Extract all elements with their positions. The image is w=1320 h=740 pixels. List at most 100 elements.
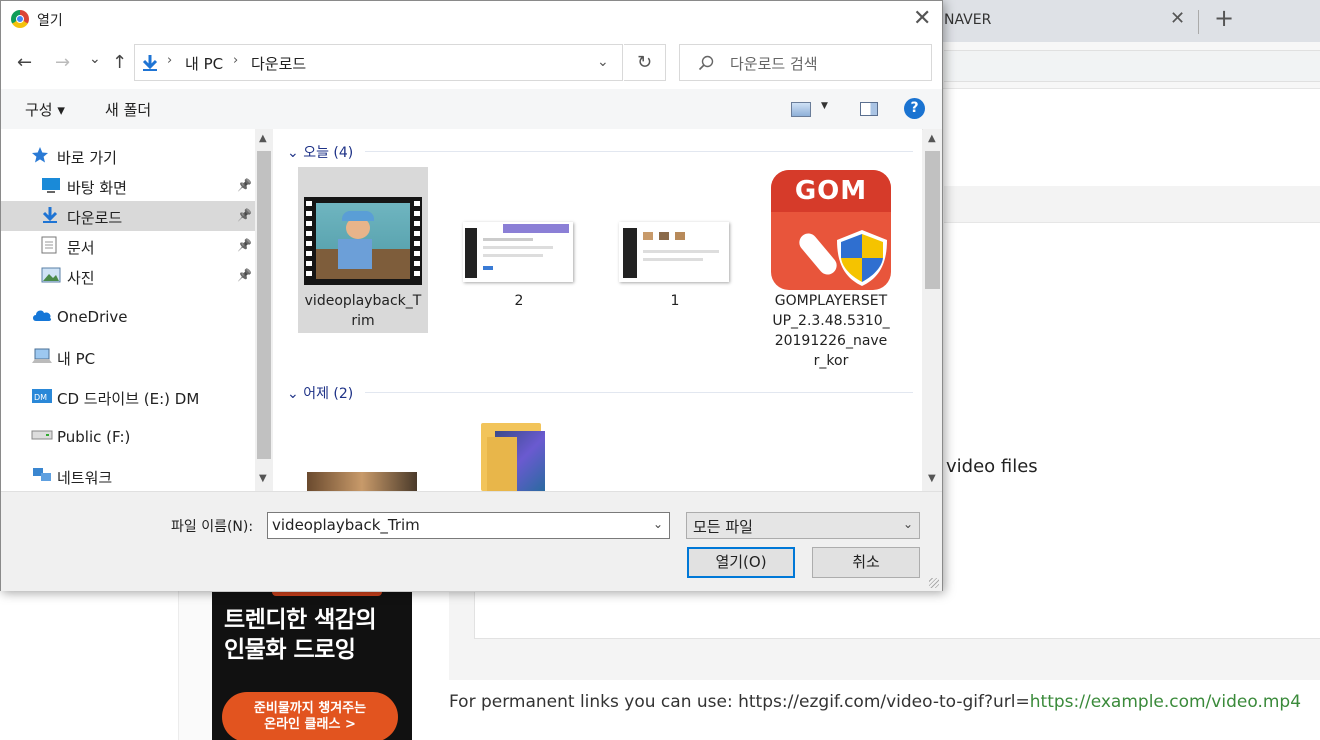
scroll-up-arrow-icon[interactable]: ▲ bbox=[259, 133, 267, 144]
gom-logo-text: GOM bbox=[794, 176, 868, 206]
drive-icon bbox=[31, 427, 53, 445]
scroll-thumb[interactable] bbox=[925, 151, 940, 289]
forward-arrow-icon[interactable]: → bbox=[55, 52, 70, 73]
sidebar-item-label: 다운로드 bbox=[67, 209, 123, 227]
back-arrow-icon[interactable]: ← bbox=[17, 52, 32, 73]
file-item-image-1[interactable]: 1 bbox=[610, 167, 740, 333]
refresh-button[interactable]: ↻ bbox=[624, 44, 666, 81]
sidebar-item[interactable]: Public (F:) bbox=[1, 422, 255, 452]
sidebar-item-label: OneDrive bbox=[57, 308, 128, 326]
file-item-gomplayer-setup[interactable]: GOM GOMPLAYERSETUP_2.3.48.5310_20191226_… bbox=[766, 167, 896, 377]
scroll-thumb[interactable] bbox=[257, 151, 271, 459]
folder-thumbnail[interactable] bbox=[481, 423, 555, 491]
ad-cta-line-2: 온라인 클래스 > bbox=[264, 717, 356, 732]
filename-label: 파일 이름(N): bbox=[171, 519, 254, 535]
dialog-title-bar[interactable]: 열기 ✕ bbox=[1, 1, 942, 37]
file-name: videoplayback_Trim bbox=[304, 293, 422, 329]
resize-grip-icon[interactable] bbox=[929, 578, 939, 588]
breadcrumb-my-pc[interactable]: 내 PC bbox=[185, 53, 223, 74]
dialog-toolbar: 구성 ▾ 새 폴더 ▼ ? bbox=[1, 89, 942, 130]
group-yesterday-label: 어제 (2) bbox=[303, 386, 354, 402]
star-icon bbox=[31, 146, 49, 168]
group-header-yesterday[interactable]: ⌄ 어제 (2) bbox=[287, 383, 353, 403]
video-frame bbox=[316, 203, 410, 279]
file-list-pane: ⌄ 오늘 (4) videoplayback_Trim 2 1 GOM GOMP… bbox=[273, 129, 922, 491]
tab-close-icon[interactable]: ✕ bbox=[1170, 8, 1185, 29]
pin-icon: 📌 bbox=[237, 268, 252, 282]
filename-history-chevron-icon[interactable]: ⌄ bbox=[653, 517, 663, 531]
dialog-close-icon[interactable]: ✕ bbox=[913, 6, 931, 31]
preview-pane-icon[interactable] bbox=[860, 102, 878, 116]
sidebar-item[interactable]: DM CD 드라이브 (E:) DM bbox=[1, 382, 255, 412]
picture-icon bbox=[41, 266, 61, 288]
sidebar-item-label: CD 드라이브 (E:) DM bbox=[57, 390, 200, 408]
sidebar-item-label: 사진 bbox=[67, 269, 95, 287]
scroll-down-arrow-icon[interactable]: ▼ bbox=[259, 473, 267, 484]
dialog-title: 열기 bbox=[37, 13, 63, 29]
cancel-button[interactable]: 취소 bbox=[812, 547, 920, 578]
sidebar-item[interactable]: 네트워크 bbox=[1, 461, 255, 491]
search-placeholder: 다운로드 검색 bbox=[730, 55, 818, 73]
browser-address-bar[interactable] bbox=[944, 50, 1320, 82]
new-tab-icon[interactable]: + bbox=[1214, 4, 1234, 32]
help-icon[interactable]: ? bbox=[904, 98, 925, 119]
file-item-video[interactable]: videoplayback_Trim bbox=[298, 167, 428, 333]
ad-cta-button[interactable]: 준비물까지 챙겨주는 온라인 클래스 > bbox=[222, 692, 398, 740]
breadcrumb-chevron-icon: › bbox=[167, 53, 173, 68]
file-item-image-2[interactable]: 2 bbox=[454, 167, 584, 333]
sidebar-item-label: 바로 가기 bbox=[57, 149, 117, 167]
gomplayer-icon: GOM bbox=[771, 170, 891, 290]
scroll-up-arrow-icon[interactable]: ▲ bbox=[928, 133, 936, 144]
sidebar-item[interactable]: 바로 가기 bbox=[1, 141, 255, 171]
sidebar-item[interactable]: 내 PC bbox=[1, 342, 255, 372]
organize-menu[interactable]: 구성 ▾ bbox=[25, 99, 65, 120]
recent-locations-chevron-icon[interactable]: ⌄ bbox=[89, 51, 101, 67]
image-thumbnail bbox=[463, 222, 573, 282]
new-folder-button[interactable]: 새 폴더 bbox=[105, 99, 151, 120]
address-dropdown-chevron-icon[interactable]: ⌄ bbox=[597, 54, 609, 70]
permanent-links-text: For permanent links you can use: https:/… bbox=[449, 692, 1301, 712]
computer-icon bbox=[31, 347, 53, 369]
group-header-today[interactable]: ⌄ 오늘 (4) bbox=[287, 142, 353, 162]
sidebar-item[interactable]: OneDrive bbox=[1, 302, 255, 332]
pin-icon: 📌 bbox=[237, 238, 252, 252]
search-box[interactable]: 다운로드 검색 bbox=[679, 44, 932, 81]
sidebar-item[interactable]: 바탕 화면 📌 bbox=[1, 171, 255, 201]
collapse-chevron-icon: ⌄ bbox=[287, 145, 304, 161]
pin-icon: 📌 bbox=[237, 178, 252, 192]
sidebar-item[interactable]: 다운로드 📌 bbox=[1, 201, 255, 231]
sidebar-item[interactable]: 문서 📌 bbox=[1, 231, 255, 261]
breadcrumb-downloads[interactable]: 다운로드 bbox=[251, 53, 306, 74]
tab-title[interactable]: NAVER bbox=[944, 12, 991, 28]
download-folder-icon bbox=[142, 55, 158, 71]
page-left-margin bbox=[178, 590, 213, 740]
collapse-chevron-icon: ⌄ bbox=[287, 386, 304, 402]
open-file-dialog: 열기 ✕ ← → ⌄ ↑ › 내 PC › 다운로드 ⌄ ↻ 다운로드 검색 구… bbox=[0, 0, 943, 591]
view-options-chevron-icon[interactable]: ▼ bbox=[821, 101, 828, 111]
path-address-box[interactable]: › 내 PC › 다운로드 ⌄ bbox=[134, 44, 623, 81]
cloud-icon bbox=[31, 307, 53, 327]
sidebar-item-label: Public (F:) bbox=[57, 428, 131, 446]
scroll-down-arrow-icon[interactable]: ▼ bbox=[928, 473, 936, 484]
chrome-icon bbox=[11, 10, 29, 28]
open-button[interactable]: 열기(O) bbox=[687, 547, 795, 578]
sidebar-item[interactable]: 사진 📌 bbox=[1, 261, 255, 291]
advertisement-banner[interactable]: 트렌디한 색감의 인물화 드로잉 준비물까지 챙겨주는 온라인 클래스 > bbox=[212, 592, 412, 740]
filetype-value: 모든 파일 bbox=[693, 518, 753, 536]
up-arrow-icon[interactable]: ↑ bbox=[112, 52, 127, 73]
pin-icon: 📌 bbox=[237, 208, 252, 222]
ad-headline-1: 트렌디한 색감의 bbox=[224, 607, 377, 633]
ad-top-strip bbox=[272, 592, 382, 596]
page-section-band bbox=[944, 186, 1320, 223]
sidebar-item-label: 네트워크 bbox=[57, 469, 113, 487]
filename-input[interactable]: videoplayback_Trim ⌄ bbox=[267, 512, 670, 539]
navigation-scrollbar[interactable]: ▲ ▼ bbox=[255, 129, 273, 491]
video-thumbnail bbox=[304, 197, 422, 285]
filetype-chevron-icon: ⌄ bbox=[902, 517, 913, 531]
filetype-select[interactable]: 모든 파일 ⌄ bbox=[686, 512, 920, 539]
url-input-area[interactable] bbox=[474, 592, 1320, 639]
view-options-icon[interactable] bbox=[791, 102, 811, 117]
file-list-scrollbar[interactable]: ▲ ▼ bbox=[923, 129, 942, 491]
permanent-link[interactable]: https://example.com/video.mp4 bbox=[1030, 692, 1301, 712]
food-image-thumbnail[interactable] bbox=[307, 472, 417, 491]
